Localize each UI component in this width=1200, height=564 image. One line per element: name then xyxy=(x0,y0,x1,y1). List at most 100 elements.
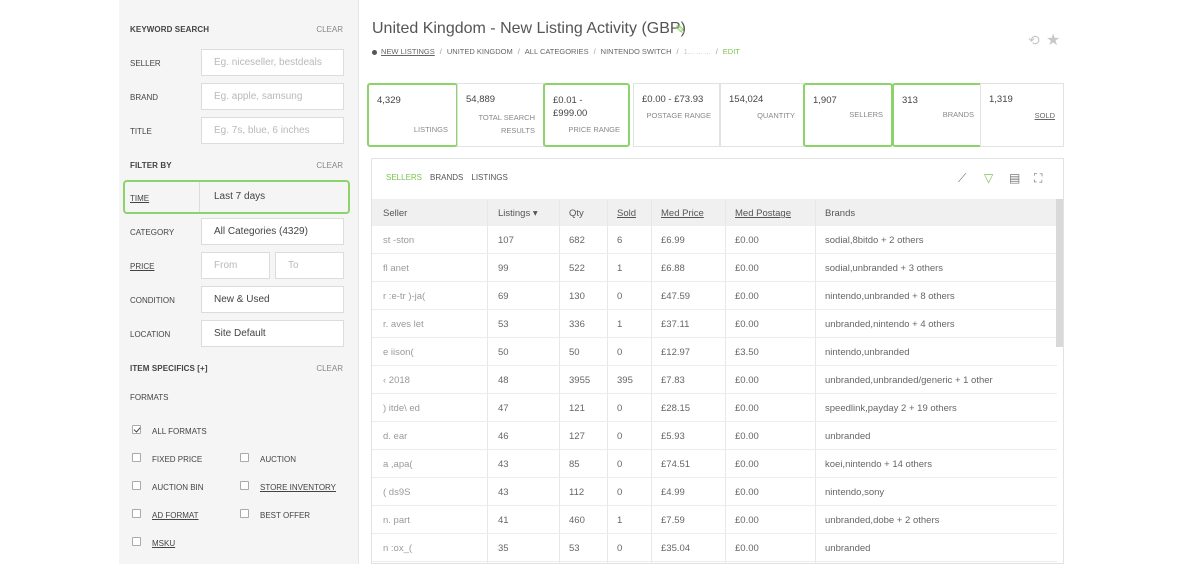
store-inventory-checkbox[interactable] xyxy=(240,481,249,490)
table-row[interactable]: st -ston 107 682 6 £6.99 £0.00 sodial,8bitdo +… xyxy=(372,226,1057,254)
export-icon[interactable]: ▤ xyxy=(1009,171,1020,185)
all-formats-checkbox[interactable] xyxy=(132,425,141,434)
stat-total-search-label: TOTAL SEARCH RESULTS xyxy=(478,113,535,135)
cell-brands: unbranded xyxy=(825,431,871,442)
brand-input[interactable]: Eg. apple, samsung xyxy=(201,83,344,110)
table-row[interactable]: a ,apa(43 85 0 £74.51 £0.00 koei,nintendo + 1… xyxy=(372,450,1057,478)
best-offer-checkbox[interactable] xyxy=(240,509,249,518)
col-listings[interactable]: Listings ▾ xyxy=(498,208,538,219)
formats-heading: FORMATS xyxy=(130,393,169,402)
table-row[interactable]: n :ox_(35 53 0 £35.04 £0.00 unbranded xyxy=(372,534,1057,562)
cell-brands: speedlink,payday 2 + 19 others xyxy=(825,403,957,414)
item-specifics-clear-link[interactable]: CLEAR xyxy=(316,364,343,373)
cell-listings: 48 xyxy=(498,375,509,386)
table-row[interactable]: e iison(50 50 0 £12.97 £3.50 nintendo,unbrand… xyxy=(372,338,1057,366)
table-row[interactable]: d. ear 46 127 0 £5.93 £0.00 unbranded xyxy=(372,422,1057,450)
col-med-price[interactable]: Med Price xyxy=(661,208,704,219)
cell-seller: fl anet xyxy=(383,263,409,274)
filter-clear-link[interactable]: CLEAR xyxy=(316,161,343,170)
cell-sold: 1 xyxy=(617,263,623,274)
condition-select[interactable]: New & Used xyxy=(201,286,344,313)
col-med-postage[interactable]: Med Postage xyxy=(735,208,791,219)
location-label: LOCATION xyxy=(130,330,171,339)
fullscreen-icon[interactable]: ⛶ xyxy=(1034,171,1042,186)
stat-sold-link[interactable]: SOLD xyxy=(1035,109,1055,122)
cell-brands: sodial,8bitdo + 2 others xyxy=(825,235,924,246)
tab-sellers[interactable]: SELLERS xyxy=(386,173,422,182)
table-row[interactable]: r. aves let 53 336 1 £37.11 £0.00 unbranded,ni… xyxy=(372,310,1057,338)
results-tabs: SELLERS BRANDS LISTINGS xyxy=(386,173,516,182)
price-to-input[interactable]: To xyxy=(275,252,344,279)
location-select[interactable]: Site Default xyxy=(201,320,344,347)
cell-med-price: £47.59 xyxy=(661,291,691,302)
cell-seller: st -ston xyxy=(383,235,415,246)
cell-med-postage: £0.00 xyxy=(735,403,759,414)
col-seller[interactable]: Seller xyxy=(383,208,407,219)
history-icon[interactable]: ⟲ xyxy=(1028,32,1040,49)
cell-qty: 127 xyxy=(569,431,585,442)
keyword-clear-link[interactable]: CLEAR xyxy=(316,25,343,34)
ad-format-label[interactable]: AD FORMAT xyxy=(152,511,199,520)
stat-brands-value: 313 xyxy=(902,95,918,106)
table-row[interactable]: r :e-tr )-ja(69 130 0 £47.59 £0.00 nintendo,u… xyxy=(372,282,1057,310)
table-row[interactable]: n. part 41 460 1 £7.59 £0.00 unbranded,dobe + … xyxy=(372,506,1057,534)
filter-icon[interactable]: ▽ xyxy=(984,171,993,185)
time-select[interactable]: Last 7 days xyxy=(201,183,344,210)
col-sold[interactable]: Sold xyxy=(617,208,636,219)
msku-label[interactable]: MSKU xyxy=(152,539,175,548)
cell-listings: 41 xyxy=(498,515,509,526)
price-from-input[interactable]: From xyxy=(201,252,270,279)
cell-med-price: £7.59 xyxy=(661,515,685,526)
brand-label: BRAND xyxy=(130,93,159,102)
cell-sold: 1 xyxy=(617,515,623,526)
cell-listings: 99 xyxy=(498,263,509,274)
cell-qty: 130 xyxy=(569,291,585,302)
cell-qty: 50 xyxy=(569,347,580,358)
chart-icon[interactable]: ⟋ xyxy=(958,171,966,186)
cell-med-postage: £0.00 xyxy=(735,235,759,246)
stat-postage-range-label: POSTAGE RANGE xyxy=(646,111,711,120)
cell-brands: unbranded,dobe + 2 others xyxy=(825,515,940,526)
item-specifics-toggle[interactable]: ITEM SPECIFICS [+] xyxy=(130,364,208,373)
breadcrumb-new-listings[interactable]: NEW LISTINGS xyxy=(381,47,435,56)
ad-format-checkbox[interactable] xyxy=(132,509,141,518)
cell-med-price: £7.83 xyxy=(661,375,685,386)
auction-checkbox[interactable] xyxy=(240,453,249,462)
cell-listings: 50 xyxy=(498,347,509,358)
auction-bin-checkbox[interactable] xyxy=(132,481,141,490)
cell-brands: koei,nintendo + 14 others xyxy=(825,459,932,470)
time-label[interactable]: TIME xyxy=(130,194,149,203)
table-scrollbar[interactable] xyxy=(1056,199,1063,347)
category-select[interactable]: All Categories (4329) xyxy=(201,218,344,245)
edit-pencil-icon[interactable]: ✎ xyxy=(675,22,686,38)
favorite-star-icon[interactable]: ★ xyxy=(1046,30,1060,50)
stat-quantity-label: QUANTITY xyxy=(757,111,795,120)
table-row[interactable]: ( ds9S 43 112 0 £4.99 £0.00 nintendo,sony xyxy=(372,478,1057,506)
table-row[interactable]: ‹ 2018 48 3955 395 £7.83 £0.00 unbranded,unbra… xyxy=(372,366,1057,394)
stat-postage-range-value: £0.00 - £73.93 xyxy=(642,94,704,105)
col-qty[interactable]: Qty xyxy=(569,208,584,219)
msku-checkbox[interactable] xyxy=(132,537,141,546)
cell-seller: r. aves let xyxy=(383,319,424,330)
cell-med-price: £12.97 xyxy=(661,347,691,358)
title-input[interactable]: Eg. 7s, blue, 6 inches xyxy=(201,117,344,144)
stat-quantity: 154,024 QUANTITY xyxy=(720,83,804,147)
tab-listings[interactable]: LISTINGS xyxy=(471,173,507,182)
tab-brands[interactable]: BRANDS xyxy=(430,173,463,182)
main-content: United Kingdom - New Listing Activity (G… xyxy=(360,0,1080,564)
breadcrumb-dates: 1... ... ... xyxy=(683,47,711,56)
price-label[interactable]: PRICE xyxy=(130,262,154,271)
stat-sellers-label: SELLERS xyxy=(849,110,883,119)
fixed-price-checkbox[interactable] xyxy=(132,453,141,462)
stat-quantity-value: 154,024 xyxy=(729,94,764,105)
cell-seller: a ,apa( xyxy=(383,459,413,470)
seller-input[interactable]: Eg. niceseller, bestdeals xyxy=(201,49,344,76)
table-row[interactable]: fl anet 99 522 1 £6.88 £0.00 sodial,unbranded … xyxy=(372,254,1057,282)
cell-qty: 460 xyxy=(569,515,585,526)
store-inventory-label[interactable]: STORE INVENTORY xyxy=(260,483,336,492)
cell-seller: r :e-tr )-ja( xyxy=(383,291,426,302)
breadcrumb-edit-link[interactable]: EDIT xyxy=(723,47,740,56)
col-brands[interactable]: Brands xyxy=(825,208,855,219)
cell-seller: n. part xyxy=(383,515,410,526)
table-row[interactable]: ) itde\ ed 47 121 0 £28.15 £0.00 speedlink,pay… xyxy=(372,394,1057,422)
